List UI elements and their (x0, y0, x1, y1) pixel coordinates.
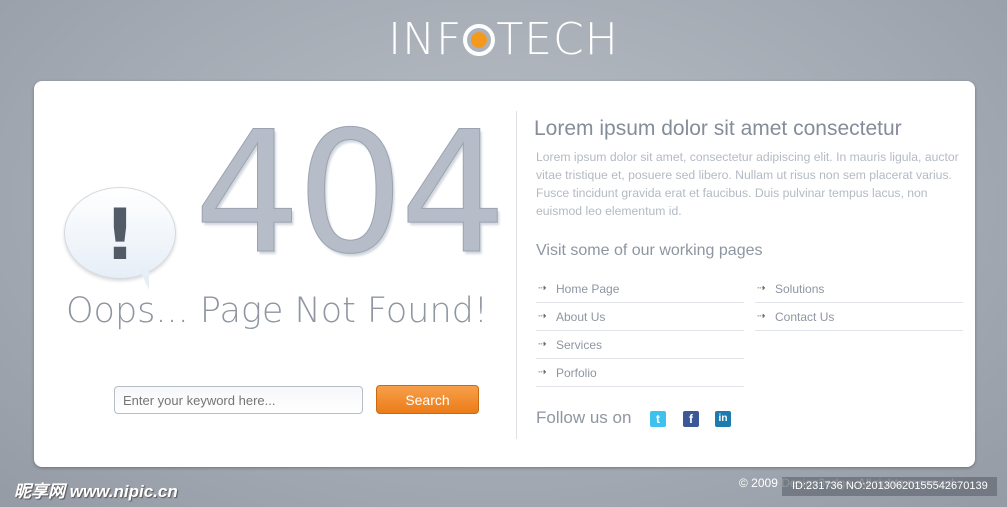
arrow-icon: ⇢ (538, 311, 547, 322)
link-solutions[interactable]: ⇢ Solutions (755, 275, 963, 303)
content-card: ! 404 Oops... Page Not Found! Search Lor… (34, 81, 975, 467)
search-button[interactable]: Search (376, 385, 479, 414)
divider (516, 111, 517, 439)
link-label: Services (556, 337, 603, 352)
arrow-icon: ⇢ (538, 283, 547, 294)
twitter-icon[interactable]: t (650, 411, 666, 427)
error-code: 404 (194, 95, 508, 291)
logo: INF TECH (0, 14, 1007, 65)
link-about-us[interactable]: ⇢ About Us (536, 303, 744, 331)
arrow-icon: ⇢ (538, 367, 547, 378)
link-label: Porfolio (556, 365, 597, 380)
links-column-2: ⇢ Solutions ⇢ Contact Us (755, 275, 963, 331)
arrow-icon: ⇢ (757, 311, 766, 322)
exclamation-bubble-icon: ! (64, 187, 176, 290)
link-label: About Us (556, 309, 606, 324)
error-message: Oops... Page Not Found! (66, 291, 488, 331)
logo-o-icon (463, 24, 496, 56)
search-input[interactable] (114, 386, 363, 414)
exclamation-mark: ! (104, 194, 136, 276)
pages-title: Visit some of our working pages (536, 242, 763, 259)
link-label: Home Page (556, 281, 620, 296)
facebook-icon[interactable]: f (683, 411, 699, 427)
logo-text: TECH (496, 14, 619, 65)
arrow-icon: ⇢ (757, 283, 766, 294)
arrow-icon: ⇢ (538, 339, 547, 350)
link-porfolio[interactable]: ⇢ Porfolio (536, 359, 744, 387)
info-title: Lorem ipsum dolor sit amet consectetur (534, 117, 902, 140)
info-body: Lorem ipsum dolor sit amet, consectetur … (536, 150, 959, 218)
link-services[interactable]: ⇢ Services (536, 331, 744, 359)
link-contact-us[interactable]: ⇢ Contact Us (755, 303, 963, 331)
link-home-page[interactable]: ⇢ Home Page (536, 275, 744, 303)
link-label: Contact Us (775, 309, 835, 324)
link-label: Solutions (775, 281, 825, 296)
watermark-id: ID:231736 NO:20130620155542670139 (782, 477, 997, 496)
links-column-1: ⇢ Home Page ⇢ About Us ⇢ Services ⇢ Porfolio (536, 275, 744, 387)
watermark-site: 昵享网 www.nipic.cn (14, 482, 178, 501)
follow-label: Follow us on (536, 408, 632, 427)
logo-text: INF (388, 14, 463, 65)
linkedin-icon[interactable]: in (715, 411, 731, 427)
